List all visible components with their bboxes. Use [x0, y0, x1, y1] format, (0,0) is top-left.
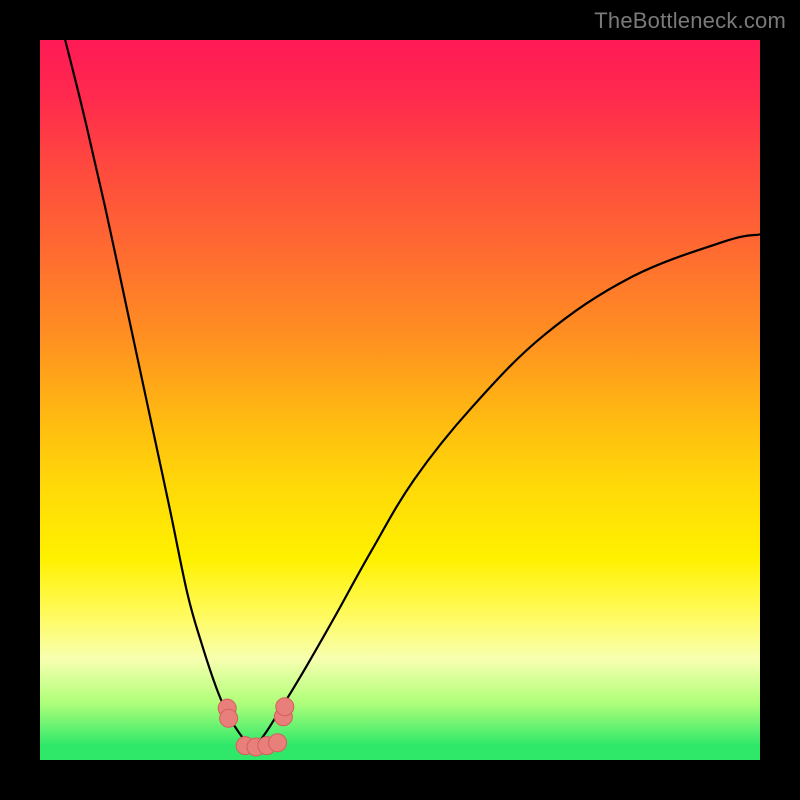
chart-frame: TheBottleneck.com — [0, 0, 800, 800]
watermark-text: TheBottleneck.com — [594, 8, 786, 34]
highlighted-points — [218, 698, 294, 756]
marker-point — [276, 698, 294, 716]
marker-point — [269, 734, 287, 752]
plot-area — [40, 40, 760, 760]
curve-layer — [40, 40, 760, 760]
marker-point — [220, 709, 238, 727]
curve-left-branch — [65, 40, 249, 746]
curve-right-branch — [256, 234, 760, 745]
